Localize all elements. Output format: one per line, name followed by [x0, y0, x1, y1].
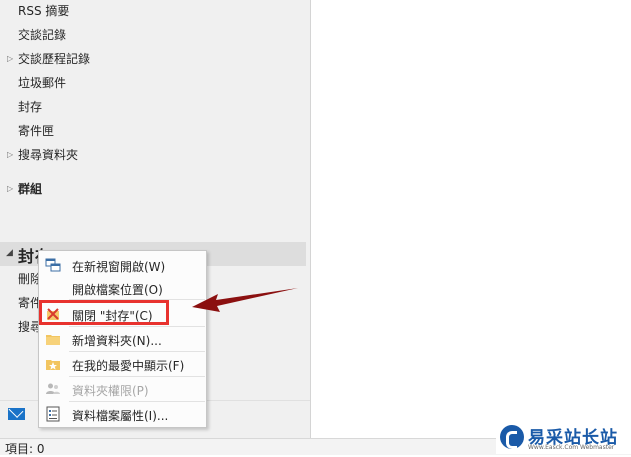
- folder-conversation-history[interactable]: 交談歷程記錄: [18, 48, 90, 70]
- annotation-arrow-icon: [192, 288, 298, 312]
- watermark: 易采站长站 Www.Easck.Com Webmaster: [496, 421, 631, 454]
- reading-pane: [311, 0, 631, 438]
- menu-label: 開啟檔案位置(O): [72, 283, 163, 297]
- folder-archive[interactable]: 封存: [18, 96, 42, 118]
- folder-junk[interactable]: 垃圾郵件: [18, 72, 66, 94]
- properties-icon: [46, 406, 60, 422]
- collapse-arrow-icon[interactable]: ◢: [6, 248, 13, 258]
- favorite-folder-icon: [46, 360, 60, 370]
- menu-open-new-window[interactable]: 在新視窗開啟(W): [39, 253, 206, 277]
- folder-search-folders[interactable]: 搜尋資料夾: [18, 144, 78, 166]
- permissions-icon: [46, 383, 60, 394]
- folder-label: 交談記錄: [18, 28, 67, 42]
- context-menu: 在新視窗開啟(W) 開啟檔案位置(O) 關閉 "封存"(C) 新增資料夾(N).…: [38, 250, 207, 428]
- highlight-box: [39, 300, 169, 325]
- expand-arrow-icon[interactable]: ▷: [7, 150, 13, 159]
- menu-show-in-favorites[interactable]: 在我的最愛中顯示(F): [39, 352, 206, 376]
- mail-icon[interactable]: [8, 408, 25, 420]
- watermark-logo-icon: [500, 425, 524, 449]
- menu-label: 新增資料夾(N)...: [72, 334, 162, 348]
- item-count: 項目: 0: [5, 442, 45, 456]
- folder-label: 垃圾郵件: [18, 76, 67, 90]
- vertical-scrollbar[interactable]: [624, 0, 631, 438]
- menu-label: 資料檔案屬性(I)...: [72, 409, 169, 423]
- menu-data-file-properties[interactable]: 資料檔案屬性(I)...: [39, 402, 206, 426]
- folder-outbox[interactable]: 寄件匣: [18, 120, 54, 142]
- new-window-icon: [45, 258, 61, 272]
- folder-rss[interactable]: RSS 摘要: [18, 0, 69, 22]
- menu-open-file-location[interactable]: 開啟檔案位置(O): [39, 276, 206, 300]
- folder-label: 搜尋資料夾: [18, 148, 79, 162]
- menu-folder-permissions: 資料夾權限(P): [39, 377, 206, 401]
- menu-new-folder[interactable]: 新增資料夾(N)...: [39, 327, 206, 351]
- menu-label: 在我的最愛中顯示(F): [72, 359, 185, 373]
- menu-label: 資料夾權限(P): [72, 384, 149, 398]
- menu-label: 在新視窗開啟(W): [72, 260, 166, 274]
- new-folder-icon: [46, 335, 60, 345]
- folder-label: 寄件匣: [18, 124, 55, 138]
- watermark-subtitle: Www.Easck.Com Webmaster: [528, 444, 615, 451]
- folder-label: 封存: [18, 100, 43, 114]
- expand-arrow-icon[interactable]: ▷: [7, 54, 13, 63]
- folder-conversation-log[interactable]: 交談記錄: [18, 24, 66, 46]
- folder-label: 交談歷程記錄: [18, 52, 91, 66]
- groups-label[interactable]: 群組: [18, 178, 42, 200]
- folder-label: RSS 摘要: [18, 4, 70, 18]
- expand-arrow-icon[interactable]: ▷: [7, 184, 13, 193]
